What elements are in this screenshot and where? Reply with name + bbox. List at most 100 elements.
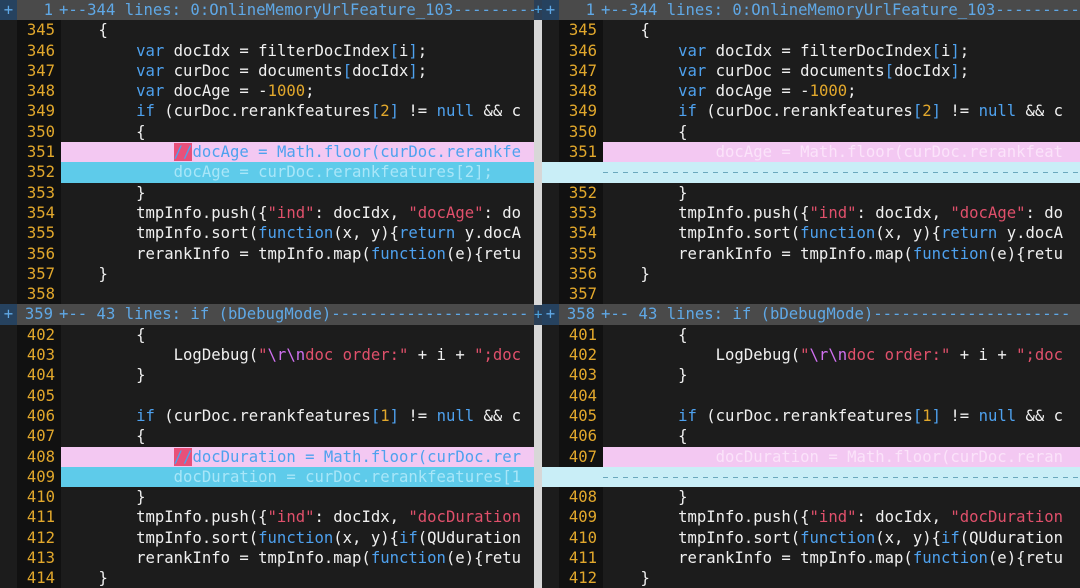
- diff-changed-line[interactable]: 407 docDuration = Math.floor(curDoc.rera…: [542, 446, 1080, 467]
- code-line[interactable]: 349 if (curDoc.rerankfeatures[2] != null…: [0, 101, 534, 122]
- code-line[interactable]: 357 }: [0, 263, 534, 285]
- sign-column: [0, 426, 17, 447]
- code-text: tmpInfo.sort(function(x, y){return y.doc…: [61, 224, 522, 243]
- code-line[interactable]: 356 rerankInfo = tmpInfo.map(function(e)…: [0, 243, 534, 264]
- sign-column: [542, 162, 559, 183]
- sign-column: [542, 121, 559, 143]
- sign-column: [0, 162, 17, 183]
- code-text: {: [61, 427, 146, 446]
- sign-column: [542, 426, 559, 447]
- diff-changed-line[interactable]: 408 //docDuration = Math.floor(curDoc.re…: [0, 446, 534, 467]
- code-text: }: [61, 183, 146, 202]
- code-text: tmpInfo.sort(function(x, y){if(QUduratio…: [603, 528, 1064, 547]
- code-line[interactable]: 347 var curDoc = documents[docIdx];: [542, 60, 1080, 82]
- code-line[interactable]: 356 }: [542, 263, 1080, 285]
- code-text: var docIdx = filterDocIndex[i];: [136, 41, 428, 60]
- diff-changed-line[interactable]: 351 docAge = Math.floor(curDoc.rerankfea…: [542, 142, 1080, 163]
- code-line[interactable]: 405 if (curDoc.rerankfeatures[1] != null…: [542, 405, 1080, 427]
- code-line[interactable]: 410 }: [0, 487, 534, 508]
- code-text: }: [603, 264, 650, 283]
- code-line[interactable]: 402 LogDebug("\r\ndoc order:" + i + ";do…: [542, 345, 1080, 366]
- code-text: rerankInfo = tmpInfo.map(function(e){ret…: [603, 244, 1064, 263]
- diff-added-line[interactable]: 409 docDuration = curDoc.rerankfeatures[…: [0, 466, 534, 488]
- line-number: 412: [559, 568, 603, 588]
- fold-line-number: 1: [43, 1, 53, 19]
- line-number: 406: [17, 405, 61, 427]
- code-line[interactable]: 349 if (curDoc.rerankfeatures[2] != null…: [542, 101, 1080, 122]
- code-line[interactable]: 354 tmpInfo.push({"ind": docIdx, "docAge…: [0, 202, 534, 224]
- code-line[interactable]: 407 {: [0, 426, 534, 447]
- code-text: var docIdx = filterDocIndex[i];: [678, 41, 970, 60]
- line-number: 353: [17, 182, 61, 203]
- sign-column: [0, 202, 17, 224]
- diff-filler-line[interactable]: [542, 466, 1080, 488]
- fold-line[interactable]: +1 +--344 lines: 0:OnlineMemoryUrlFeature…: [542, 0, 1080, 21]
- code-line[interactable]: 355 tmpInfo.sort(function(x, y){return y…: [0, 223, 534, 244]
- fold-marker-icon: +: [534, 0, 543, 20]
- code-line[interactable]: 346 var docIdx = filterDocIndex[i];: [542, 40, 1080, 61]
- code-line[interactable]: 404 }: [0, 365, 534, 386]
- sign-column: [0, 263, 17, 285]
- line-number: 407: [17, 426, 61, 447]
- code-line[interactable]: 414 }: [0, 568, 534, 588]
- vertical-split-separator[interactable]: + +: [534, 0, 542, 588]
- code-line[interactable]: 401 {: [542, 324, 1080, 346]
- code-line[interactable]: 347 var curDoc = documents[docIdx];: [0, 60, 534, 82]
- code-line[interactable]: 406 {: [542, 426, 1080, 447]
- sign-column: [542, 263, 559, 285]
- fold-summary: +--344 lines: 0:OnlineMemoryUrlFeature_1…: [59, 1, 534, 19]
- code-line[interactable]: 403 LogDebug("\r\ndoc order:" + i + ";do…: [0, 345, 534, 366]
- fold-line[interactable]: +1 +--344 lines: 0:OnlineMemoryUrlFeature…: [0, 0, 534, 21]
- code-line[interactable]: 411 rerankInfo = tmpInfo.map(function(e)…: [542, 548, 1080, 569]
- code-line[interactable]: 413 rerankInfo = tmpInfo.map(function(e)…: [0, 548, 534, 569]
- line-number: [559, 466, 603, 488]
- diff-filler-line[interactable]: [542, 162, 1080, 183]
- sign-column: [542, 223, 559, 244]
- diff-added-line[interactable]: 352 docAge = curDoc.rerankfeatures[2];: [0, 162, 534, 183]
- code-line[interactable]: 348 var docAge = -1000;: [542, 81, 1080, 102]
- diff-changed-line[interactable]: 351 //docAge = Math.floor(curDoc.rerankf…: [0, 142, 534, 163]
- code-line[interactable]: 404: [542, 385, 1080, 406]
- code-line[interactable]: 405: [0, 385, 534, 406]
- line-number: 402: [559, 345, 603, 366]
- code-text: //docDuration = Math.floor(curDoc.rer: [61, 446, 534, 467]
- sign-column: [0, 121, 17, 143]
- code-line[interactable]: 350 {: [0, 121, 534, 143]
- code-line[interactable]: 345 {: [542, 20, 1080, 41]
- code-line[interactable]: 402 {: [0, 324, 534, 346]
- code-line[interactable]: 348 var docAge = -1000;: [0, 81, 534, 102]
- code-line[interactable]: 346 var docIdx = filterDocIndex[i];: [0, 40, 534, 61]
- line-number: 357: [559, 284, 603, 305]
- fold-line[interactable]: +359 +-- 43 lines: if (bDebugMode)-------…: [0, 304, 534, 325]
- code-line[interactable]: 353 }: [0, 182, 534, 203]
- code-line[interactable]: 357: [542, 284, 1080, 305]
- line-number: 407: [559, 446, 603, 467]
- fold-marker-icon: +: [534, 304, 543, 325]
- right-diff-pane[interactable]: +1 +--344 lines: 0:OnlineMemoryUrlFeature…: [542, 0, 1080, 588]
- code-line[interactable]: 406 if (curDoc.rerankfeatures[1] != null…: [0, 405, 534, 427]
- code-line[interactable]: 403 }: [542, 365, 1080, 386]
- code-text: var docAge = -1000;: [136, 82, 315, 101]
- code-line[interactable]: 353 tmpInfo.push({"ind": docIdx, "docAge…: [542, 202, 1080, 224]
- code-line[interactable]: 355 rerankInfo = tmpInfo.map(function(e)…: [542, 243, 1080, 264]
- sign-column: [542, 182, 559, 203]
- line-number: 351: [559, 142, 603, 163]
- fold-line[interactable]: +358 +-- 43 lines: if (bDebugMode)-------…: [542, 304, 1080, 325]
- sign-column: [0, 284, 17, 305]
- left-diff-pane[interactable]: +1 +--344 lines: 0:OnlineMemoryUrlFeature…: [0, 0, 534, 588]
- sign-column: [542, 202, 559, 224]
- code-line[interactable]: 350 {: [542, 121, 1080, 143]
- code-line[interactable]: 408 }: [542, 487, 1080, 508]
- code-line[interactable]: 410 tmpInfo.sort(function(x, y){if(QUdur…: [542, 527, 1080, 549]
- code-line[interactable]: 358: [0, 284, 534, 305]
- code-line[interactable]: 345 {: [0, 20, 534, 41]
- code-line[interactable]: 411 tmpInfo.push({"ind": docIdx, "docDur…: [0, 507, 534, 528]
- sign-column: [0, 527, 17, 549]
- code-line[interactable]: 354 tmpInfo.sort(function(x, y){return y…: [542, 223, 1080, 244]
- code-line[interactable]: 409 tmpInfo.push({"ind": docIdx, "docDur…: [542, 507, 1080, 528]
- code-line[interactable]: 412 tmpInfo.sort(function(x, y){if(QUdur…: [0, 527, 534, 549]
- code-line[interactable]: 352 }: [542, 182, 1080, 203]
- code-line[interactable]: 412 }: [542, 568, 1080, 588]
- code-text: tmpInfo.sort(function(x, y){return y.doc…: [603, 224, 1064, 243]
